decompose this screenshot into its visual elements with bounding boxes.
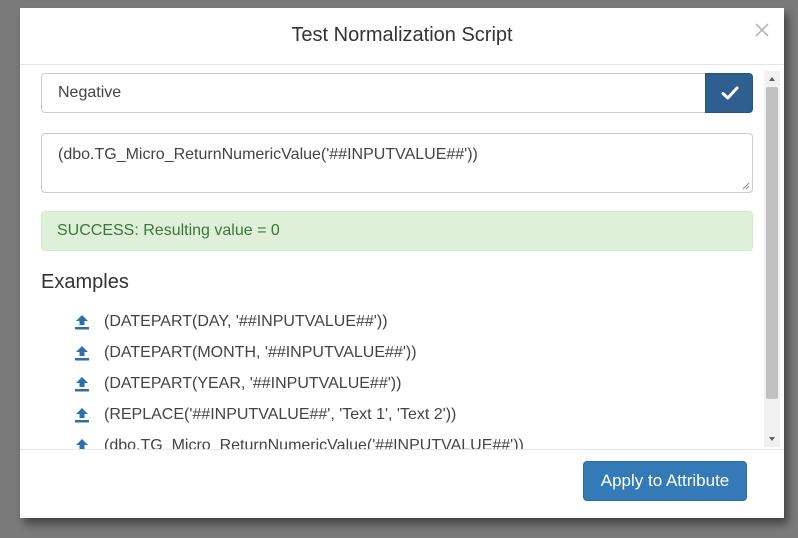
example-item[interactable]: (dbo.TG_Micro_ReturnNumericValue('##INPU… [74,430,524,449]
dialog-title: Test Normalization Script [291,24,513,46]
example-item[interactable]: (DATEPART(MONTH, '##INPUTVALUE##')) [74,337,524,368]
example-text: (DATEPART(MONTH, '##INPUTVALUE##')) [104,343,417,361]
upload-icon [76,438,88,449]
example-text: (dbo.TG_Micro_ReturnNumericValue('##INPU… [104,436,524,450]
close-button[interactable] [752,20,772,40]
upload-icon [75,345,89,360]
example-item[interactable]: (DATEPART(YEAR, '##INPUTVALUE##')) [74,368,524,399]
scroll-down-icon[interactable] [768,435,776,443]
script-textarea[interactable]: (dbo.TG_Micro_ReturnNumericValue('##INPU… [41,133,753,193]
example-item[interactable]: (DATEPART(DAY, '##INPUTVALUE##')) [74,306,524,337]
checkmark-icon [721,86,739,100]
dialog-header: Test Normalization Script [20,8,784,65]
test-value-input[interactable] [41,73,705,113]
confirm-button[interactable] [705,73,753,113]
upload-icon [75,314,89,329]
examples-heading: Examples [41,271,129,293]
examples-list: (DATEPART(DAY, '##INPUTVALUE##')) (DATEP… [74,306,524,449]
resize-grip-icon[interactable] [742,182,750,190]
close-icon [755,23,769,37]
example-text: (DATEPART(DAY, '##INPUTVALUE##')) [104,312,388,330]
example-text: (DATEPART(YEAR, '##INPUTVALUE##')) [104,374,402,392]
dialog-body: (dbo.TG_Micro_ReturnNumericValue('##INPU… [20,65,784,449]
test-input-group [41,73,753,113]
body-scrollbar[interactable] [764,71,780,447]
result-alert: SUCCESS: Resulting value = 0 [41,211,753,251]
scroll-up-icon[interactable] [768,75,776,83]
dialog-footer: Apply to Attribute [20,449,784,518]
example-text: (REPLACE('##INPUTVALUE##', 'Text 1', 'Te… [104,405,457,423]
scrollbar-thumb[interactable] [766,87,778,399]
apply-to-attribute-button[interactable]: Apply to Attribute [583,461,747,501]
upload-icon [75,407,89,422]
normalization-dialog: Test Normalization Script (dbo.TG_Micro_… [20,8,784,518]
example-item[interactable]: (REPLACE('##INPUTVALUE##', 'Text 1', 'Te… [74,399,524,430]
upload-icon [75,376,89,391]
